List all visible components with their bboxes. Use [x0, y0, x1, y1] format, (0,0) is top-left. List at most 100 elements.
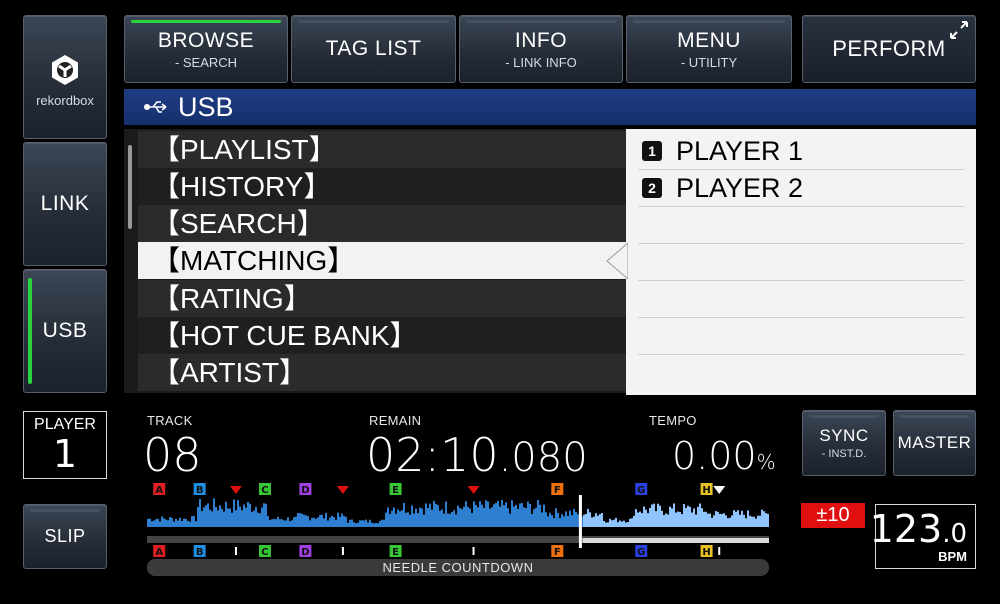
- tag-list-indicator: [298, 20, 449, 23]
- waveform-bar: [177, 520, 179, 527]
- waveform-bar: [163, 518, 165, 527]
- needle-countdown-bar[interactable]: NEEDLE COUNTDOWN: [147, 559, 769, 576]
- waveform-bar: [289, 521, 291, 527]
- waveform-bar: [453, 510, 455, 527]
- waveform-bar: [717, 511, 719, 527]
- waveform-bar: [563, 516, 565, 527]
- waveform-bar: [611, 520, 613, 527]
- list-item-matching[interactable]: 【MATCHING】: [138, 242, 626, 279]
- waveform-bar: [447, 513, 449, 527]
- hot-cue-letter: F: [554, 547, 561, 558]
- waveform-bar: [757, 515, 759, 527]
- waveform-bar: [541, 512, 543, 527]
- waveform-bar: [695, 514, 697, 527]
- waveform-bar: [199, 498, 201, 527]
- waveform-bar: [675, 512, 677, 527]
- hot-cue-letter: E: [392, 547, 399, 558]
- waveform-bar: [739, 514, 741, 527]
- waveform-bar: [555, 508, 557, 527]
- waveform-bar: [197, 507, 199, 527]
- waveform-bar: [303, 514, 305, 527]
- waveform-bar: [291, 520, 293, 527]
- waveform-bar: [421, 508, 423, 527]
- player-number-badge: 1: [642, 141, 662, 161]
- menu-sub-label: - UTILITY: [680, 54, 738, 70]
- tag-list-button[interactable]: TAG LIST: [291, 15, 456, 83]
- sync-button[interactable]: SYNC - INST.D.: [802, 410, 886, 476]
- list-item-rating[interactable]: 【RATING】: [138, 280, 626, 317]
- list-item-hot-cue-bank[interactable]: 【HOT CUE BANK】: [138, 317, 626, 354]
- slip-label: SLIP: [44, 526, 86, 546]
- remain-separator: :: [424, 428, 441, 482]
- hot-cue-marker: [700, 483, 713, 495]
- waveform-bar: [205, 505, 207, 527]
- browse-sub-label: - SEARCH: [174, 54, 238, 70]
- waveform-bar: [449, 513, 451, 527]
- waveform-bar: [589, 512, 591, 527]
- waveform-bar: [513, 506, 515, 527]
- waveform-bar: [179, 517, 181, 527]
- hot-cue-marker: [193, 483, 206, 495]
- waveform-bar: [729, 517, 731, 527]
- waveform-bar: [547, 516, 549, 527]
- info-button[interactable]: INFO - LINK INFO: [459, 15, 623, 83]
- waveform-bar: [511, 500, 513, 527]
- waveform-bar: [339, 516, 341, 527]
- waveform-bar: [463, 506, 465, 527]
- waveform-bar: [693, 508, 695, 527]
- list-item-playlist[interactable]: 【PLAYLIST】: [138, 131, 626, 168]
- info-sub-label: - LINK INFO: [505, 54, 577, 70]
- waveform-bar: [613, 519, 615, 527]
- list-scrollbar[interactable]: [128, 145, 132, 229]
- waveform-bar: [475, 504, 477, 527]
- waveform-bar: [625, 522, 627, 527]
- waveform-bar: [455, 514, 457, 527]
- hot-cue-letter: D: [301, 547, 309, 558]
- list-item-search[interactable]: 【SEARCH】: [138, 205, 626, 242]
- waveform-bar: [415, 508, 417, 527]
- waveform-bar: [703, 511, 705, 527]
- usb-button[interactable]: USB: [23, 269, 107, 393]
- rekordbox-button[interactable]: rekordbox: [23, 15, 107, 139]
- waveform-bar: [287, 517, 289, 527]
- hot-cue-marker: [258, 545, 271, 557]
- remain-label: REMAIN: [369, 413, 422, 428]
- waveform-bar: [689, 506, 691, 527]
- waveform-bar: [457, 505, 459, 527]
- waveform-bar: [639, 511, 641, 527]
- waveform-bar: [271, 519, 273, 527]
- slip-button[interactable]: SLIP: [23, 504, 107, 569]
- hot-cue-letter: G: [637, 547, 645, 558]
- waveform-bar: [359, 520, 361, 527]
- waveform-bar: [209, 509, 211, 527]
- player-item-2[interactable]: 2 PLAYER 2: [638, 170, 964, 207]
- waveform-bar: [699, 503, 701, 527]
- master-button[interactable]: MASTER: [893, 410, 976, 476]
- waveform-bar: [571, 515, 573, 527]
- waveform-bar: [713, 515, 715, 527]
- waveform-bar: [765, 513, 767, 527]
- link-button[interactable]: LINK: [23, 142, 107, 266]
- waveform-bar: [745, 518, 747, 527]
- memory-cue-tick: [472, 547, 475, 555]
- waveform-bar: [221, 508, 223, 527]
- selection-pointer-icon: [606, 243, 628, 279]
- waveform-bar: [623, 520, 625, 527]
- browse-button[interactable]: BROWSE - SEARCH: [124, 15, 288, 83]
- waveform-bar: [243, 504, 245, 527]
- menu-button[interactable]: MENU - UTILITY: [626, 15, 792, 83]
- list-item-history[interactable]: 【HISTORY】: [138, 168, 626, 205]
- waveform-bar: [373, 523, 375, 527]
- waveform-bar: [189, 521, 191, 527]
- list-item-artist[interactable]: 【ARTIST】: [138, 354, 626, 391]
- waveform-bar: [735, 511, 737, 527]
- waveform-bar: [263, 503, 265, 527]
- perform-button[interactable]: PERFORM: [802, 15, 976, 83]
- waveform-bar: [413, 513, 415, 527]
- player-item-1[interactable]: 1 PLAYER 1: [638, 133, 964, 170]
- waveform-bar: [707, 513, 709, 527]
- tag-list-label: TAG LIST: [325, 37, 422, 60]
- waveform-bar: [533, 509, 535, 527]
- waveform-bar: [425, 503, 427, 527]
- waveform-bar: [495, 502, 497, 527]
